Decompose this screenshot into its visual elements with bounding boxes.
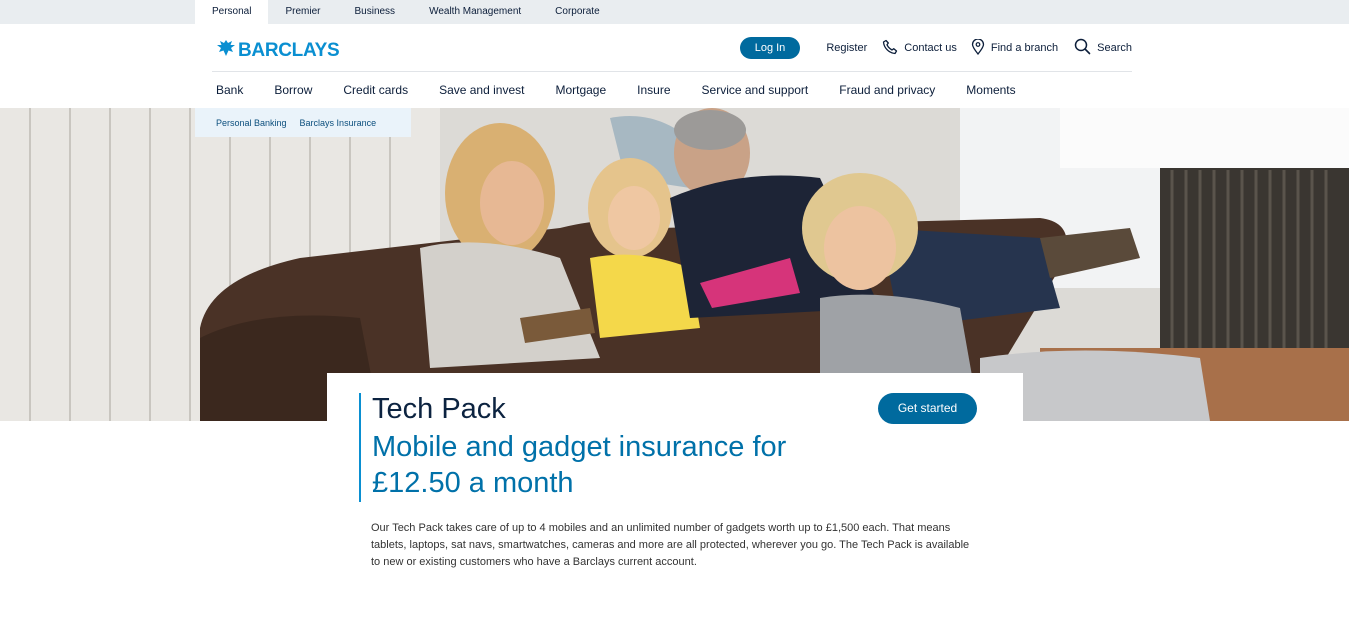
find-branch-label: Find a branch <box>990 42 1059 54</box>
brand-wordmark: BARCLAYS <box>238 39 340 61</box>
eagle-icon <box>216 38 236 63</box>
subnav-barclays-insurance[interactable]: Barclays Insurance <box>300 118 377 128</box>
nav-item-save-and-invest[interactable]: Save and invest <box>439 80 524 100</box>
nav-item-moments[interactable]: Moments <box>966 80 1015 100</box>
nav-item-mortgage[interactable]: Mortgage <box>555 80 606 100</box>
nav-item-service-and-support[interactable]: Service and support <box>702 80 809 100</box>
register-label: Register <box>826 42 868 54</box>
register-link[interactable]: Register <box>826 42 867 54</box>
login-button[interactable]: Log In <box>739 37 801 59</box>
segment-tab-premier[interactable]: Premier <box>268 0 337 24</box>
nav-item-bank[interactable]: Bank <box>216 80 243 100</box>
segment-tab-wealth-management[interactable]: Wealth Management <box>412 0 538 24</box>
barclays-logo[interactable]: BARCLAYS <box>216 38 340 63</box>
nav-item-borrow[interactable]: Borrow <box>274 80 312 100</box>
nav-item-fraud-and-privacy[interactable]: Fraud and privacy <box>839 80 935 100</box>
header-actions: Log In Register Contact us Find a branch… <box>739 37 1132 59</box>
search-label: Search <box>1097 42 1132 54</box>
nav-item-credit-cards[interactable]: Credit cards <box>343 80 408 100</box>
contact-label: Contact us <box>904 42 957 54</box>
page-title: Tech Pack <box>372 393 506 425</box>
accent-bar <box>359 393 361 502</box>
find-branch-link[interactable]: Find a branch <box>971 37 1059 58</box>
hero-card: Tech Pack Mobile and gadget insurance fo… <box>327 373 1023 632</box>
subnav-personal-banking[interactable]: Personal Banking <box>216 118 287 128</box>
header-divider <box>212 71 1132 72</box>
segment-tab-personal[interactable]: Personal <box>195 0 269 24</box>
sub-nav: Personal Banking Barclays Insurance <box>195 108 411 137</box>
segment-bar: Personal Premier Business Wealth Managem… <box>0 0 1349 24</box>
segment-tab-corporate[interactable]: Corporate <box>538 0 616 24</box>
segment-tab-business[interactable]: Business <box>337 0 412 24</box>
intro-paragraph: Our Tech Pack takes care of up to 4 mobi… <box>371 522 970 568</box>
search-icon <box>1074 38 1097 58</box>
nav-item-insure[interactable]: Insure <box>637 80 670 100</box>
phone-icon <box>882 39 904 58</box>
search-link[interactable]: Search <box>1074 38 1132 58</box>
site-header: BARCLAYS Log In Register Contact us Find… <box>0 24 1349 72</box>
location-pin-icon <box>971 37 991 58</box>
page-subtitle: Mobile and gadget insurance for £12.50 a… <box>372 431 787 499</box>
get-started-button[interactable]: Get started <box>878 393 977 424</box>
segment-tabs: Personal Premier Business Wealth Managem… <box>195 0 617 24</box>
main-nav: Bank Borrow Credit cards Save and invest… <box>216 80 1047 100</box>
contact-link[interactable]: Contact us <box>882 39 957 58</box>
